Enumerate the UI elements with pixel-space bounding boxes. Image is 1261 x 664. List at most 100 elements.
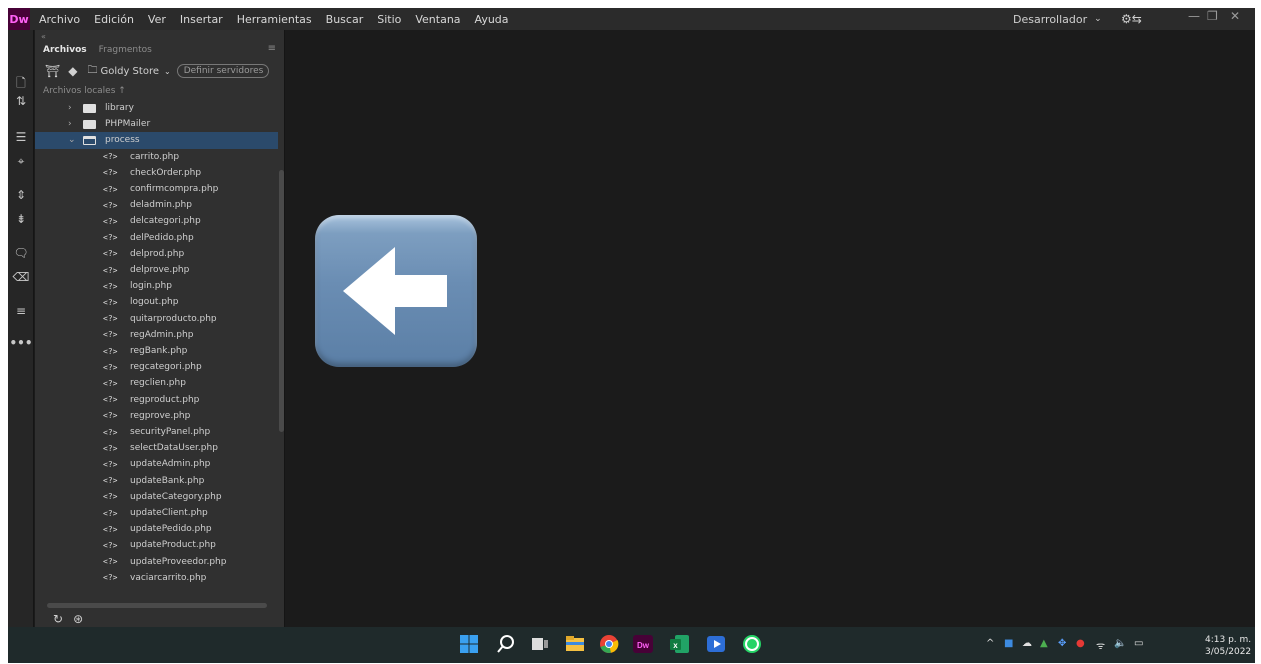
file-row[interactable]: <?> updatePedido.php <box>35 521 278 537</box>
dropbox-icon[interactable]: ✥ <box>1058 638 1066 649</box>
file-management-icon[interactable]: ⇅ <box>8 94 34 112</box>
clock[interactable]: 4:13 p. m. 3/05/2022 <box>1205 634 1251 658</box>
file-row[interactable]: <?> securityPanel.php <box>35 424 278 440</box>
more-tools-icon[interactable]: ••• <box>8 336 34 354</box>
repository-icon[interactable]: ⛩ <box>45 64 60 78</box>
site-selector[interactable]: 🗀 Goldy Store ⌄ <box>87 63 170 80</box>
menu-ayuda[interactable]: Ayuda <box>468 13 516 26</box>
collapse-panel-icon[interactable]: « <box>41 32 46 41</box>
dreamweaver-app-icon[interactable]: Dw <box>632 633 654 655</box>
file-name: login.php <box>130 281 172 292</box>
file-row[interactable]: <?> regproduct.php <box>35 392 278 408</box>
menu-ver[interactable]: Ver <box>141 13 173 26</box>
cloud-icon[interactable]: ☁ <box>1022 638 1032 649</box>
chevron-down-icon[interactable]: ⌄ <box>68 135 76 145</box>
php-file-icon: <?> <box>103 281 118 291</box>
file-row[interactable]: <?> delprove.php <box>35 262 278 278</box>
collapse-code-icon[interactable]: ⇟ <box>8 212 34 230</box>
file-row[interactable]: <?> carrito.php <box>35 149 278 165</box>
sync-settings-icon[interactable]: ⚙⇆ <box>1121 12 1142 26</box>
file-row[interactable]: <?> quitarproducto.php <box>35 311 278 327</box>
file-row[interactable]: <?> deladmin.php <box>35 197 278 213</box>
file-row[interactable]: <?> regclien.php <box>35 375 278 391</box>
file-row[interactable]: <?> updateClient.php <box>35 505 278 521</box>
wrap-tag-icon[interactable]: ≡ <box>8 304 34 322</box>
battery-icon[interactable]: ▭ <box>1134 638 1143 649</box>
excel-icon[interactable]: x <box>669 633 691 655</box>
menu-ventana[interactable]: Ventana <box>408 13 467 26</box>
file-row[interactable]: <?> vaciarcarrito.php <box>35 570 278 586</box>
define-servers-button[interactable]: Definir servidores <box>176 64 269 78</box>
remove-comment-icon[interactable]: ⌫ <box>8 270 34 288</box>
file-name: updateClient.php <box>130 508 208 519</box>
tab-archivos[interactable]: Archivos <box>35 45 91 55</box>
file-row[interactable]: <?> delcategori.php <box>35 213 278 229</box>
folder-row-phpmailer[interactable]: › PHPMailer <box>35 116 278 132</box>
file-explorer-icon[interactable] <box>564 633 586 655</box>
task-view-icon[interactable] <box>529 633 551 655</box>
wifi-icon[interactable]: ᯤ <box>1096 638 1105 652</box>
file-row[interactable]: <?> updateProveedor.php <box>35 554 278 570</box>
chevron-right-icon[interactable]: › <box>68 103 72 113</box>
minimize-icon[interactable]: — <box>1188 9 1200 23</box>
file-name: updateProveedor.php <box>130 556 227 567</box>
chevron-right-icon[interactable]: › <box>68 119 72 129</box>
menu-archivo[interactable]: Archivo <box>30 13 87 26</box>
file-row[interactable]: <?> delprod.php <box>35 246 278 262</box>
file-row[interactable]: <?> regcategori.php <box>35 359 278 375</box>
expand-code-icon[interactable]: ⇕ <box>8 188 34 206</box>
windows-start-icon[interactable] <box>458 633 480 655</box>
file-row[interactable]: <?> updateBank.php <box>35 473 278 489</box>
chevron-up-icon[interactable]: ^ <box>986 638 994 649</box>
folder-row-process[interactable]: ⌄ process <box>35 132 278 149</box>
comment-icon[interactable]: 🗨 <box>8 246 34 264</box>
file-row[interactable]: <?> login.php <box>35 278 278 294</box>
git-icon[interactable]: ◆ <box>68 64 77 78</box>
vertical-scrollbar[interactable] <box>279 170 284 432</box>
file-row[interactable]: <?> updateCategory.php <box>35 489 278 505</box>
local-files-label[interactable]: Archivos locales ↑ <box>43 86 126 96</box>
php-file-icon: <?> <box>103 152 118 162</box>
file-row[interactable]: <?> regprove.php <box>35 408 278 424</box>
menu-buscar[interactable]: Buscar <box>319 13 371 26</box>
panel-tabs: Archivos Fragmentos <box>35 42 285 58</box>
drive-icon[interactable]: ▲ <box>1040 638 1048 649</box>
folder-row-library[interactable]: › library <box>35 100 278 116</box>
panel-footer: ↻ ⊛ <box>35 610 285 627</box>
file-row[interactable]: <?> checkOrder.php <box>35 165 278 181</box>
file-row[interactable]: <?> confirmcompra.php <box>35 181 278 197</box>
chrome-icon[interactable] <box>598 633 620 655</box>
media-player-icon[interactable] <box>705 633 727 655</box>
format-source-icon[interactable]: ☰ <box>8 130 34 148</box>
connect-icon[interactable]: ⊛ <box>73 612 83 626</box>
open-documents-icon[interactable]: 🗋 <box>8 74 34 92</box>
file-row[interactable]: <?> delPedido.php <box>35 230 278 246</box>
whatsapp-icon[interactable] <box>741 633 763 655</box>
volume-icon[interactable]: 🔈 <box>1114 638 1126 649</box>
php-file-icon: <?> <box>103 524 118 534</box>
file-row[interactable]: <?> regAdmin.php <box>35 327 278 343</box>
file-row[interactable]: <?> updateProduct.php <box>35 537 278 553</box>
menu-sitio[interactable]: Sitio <box>370 13 408 26</box>
menu-herramientas[interactable]: Herramientas <box>230 13 319 26</box>
mail-icon[interactable]: ● <box>1076 638 1085 649</box>
search-icon[interactable] <box>495 633 517 655</box>
panel-menu-icon[interactable]: ≡ <box>268 43 276 54</box>
file-row[interactable]: <?> regBank.php <box>35 343 278 359</box>
close-icon[interactable]: ✕ <box>1230 9 1240 23</box>
tab-fragmentos[interactable]: Fragmentos <box>91 45 156 55</box>
live-view-icon[interactable]: ⌖ <box>8 154 34 172</box>
workspace-switcher[interactable]: Desarrollador ⌄ <box>1013 8 1102 30</box>
restore-icon[interactable]: ❐ <box>1207 9 1218 23</box>
workspace-label: Desarrollador <box>1013 12 1088 26</box>
menu-edicion[interactable]: Edición <box>87 13 141 26</box>
php-file-icon: <?> <box>103 378 118 388</box>
menu-insertar[interactable]: Insertar <box>173 13 230 26</box>
folder-name: process <box>105 135 140 146</box>
horizontal-scrollbar[interactable] <box>47 603 267 608</box>
tray-app-icon[interactable]: ■ <box>1004 638 1013 649</box>
refresh-icon[interactable]: ↻ <box>53 612 63 626</box>
file-row[interactable]: <?> selectDataUser.php <box>35 440 278 456</box>
file-row[interactable]: <?> logout.php <box>35 294 278 310</box>
file-row[interactable]: <?> updateAdmin.php <box>35 456 278 472</box>
